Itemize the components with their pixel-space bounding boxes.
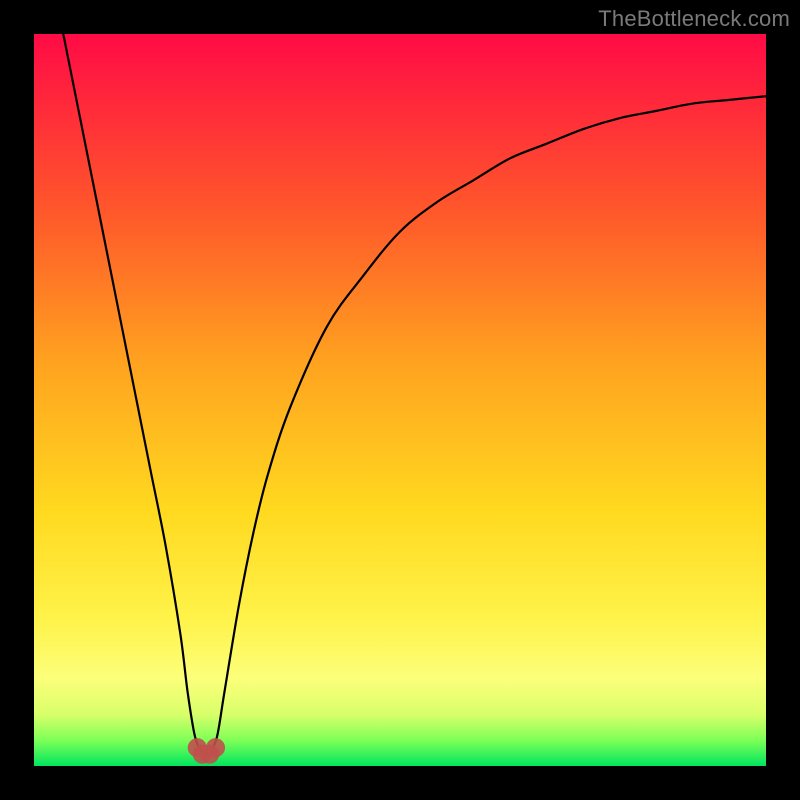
min-markers	[188, 738, 225, 764]
chart-frame: TheBottleneck.com	[0, 0, 800, 800]
curve-layer	[34, 34, 766, 766]
min-marker-right	[206, 738, 225, 757]
watermark-text: TheBottleneck.com	[598, 6, 790, 32]
bottleneck-curve	[63, 34, 766, 753]
plot-area	[34, 34, 766, 766]
